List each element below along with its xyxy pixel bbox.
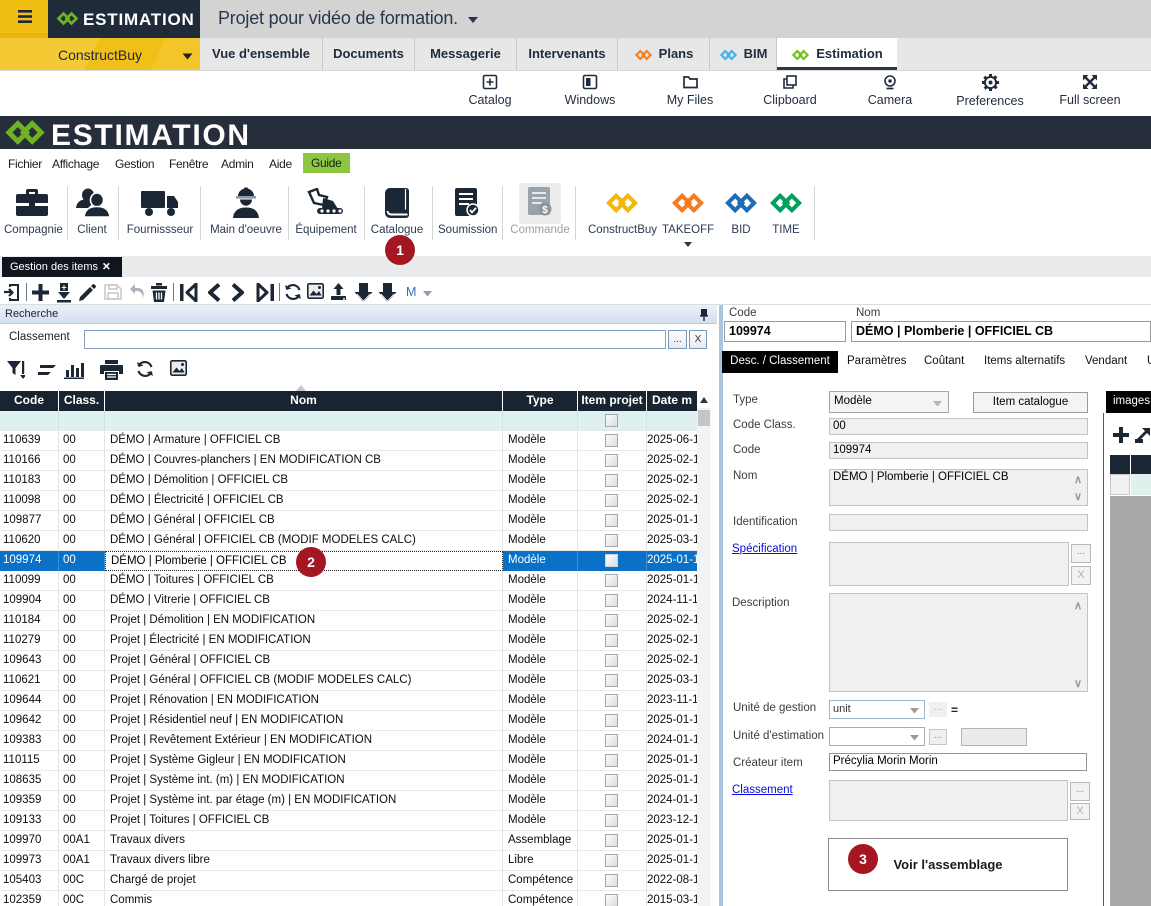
svg-text:$: $ bbox=[542, 205, 548, 216]
svg-text:+: + bbox=[61, 283, 66, 293]
